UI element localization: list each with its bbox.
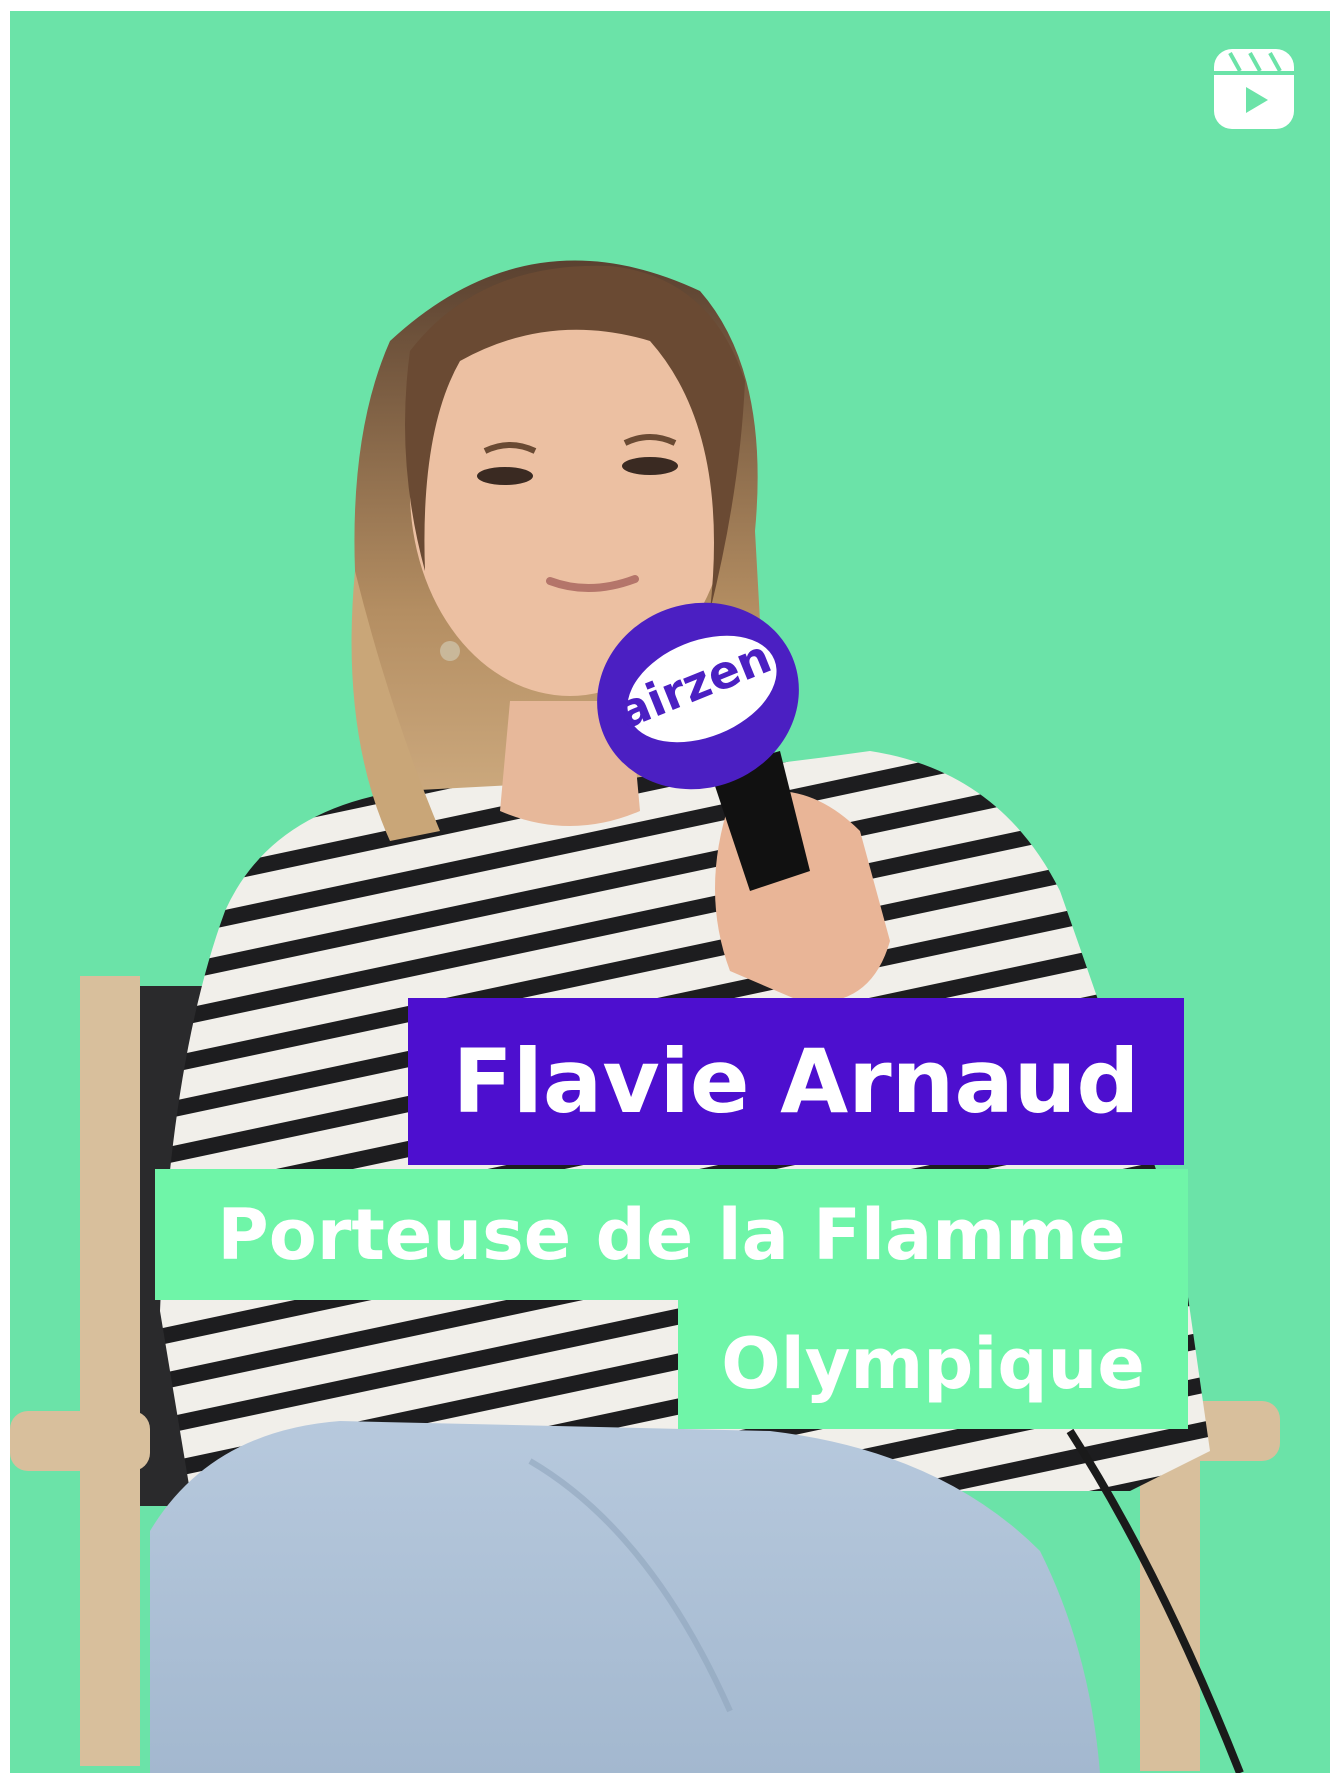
caption-name-text: Flavie Arnaud [452, 1030, 1140, 1133]
caption-subtitle-line2-text: Olympique [721, 1322, 1145, 1405]
reels-icon[interactable] [1214, 49, 1294, 129]
video-scene: airzen [10, 260, 1280, 1773]
caption-subtitle-line2: Olympique [678, 1298, 1188, 1429]
video-frame[interactable]: airzen Flavie Arnaud Porteuse de la Flam… [10, 11, 1330, 1773]
caption-subtitle-line1-text: Porteuse de la Flamme [217, 1193, 1126, 1276]
caption-subtitle-line1: Porteuse de la Flamme [155, 1169, 1188, 1300]
caption-name: Flavie Arnaud [408, 998, 1184, 1165]
